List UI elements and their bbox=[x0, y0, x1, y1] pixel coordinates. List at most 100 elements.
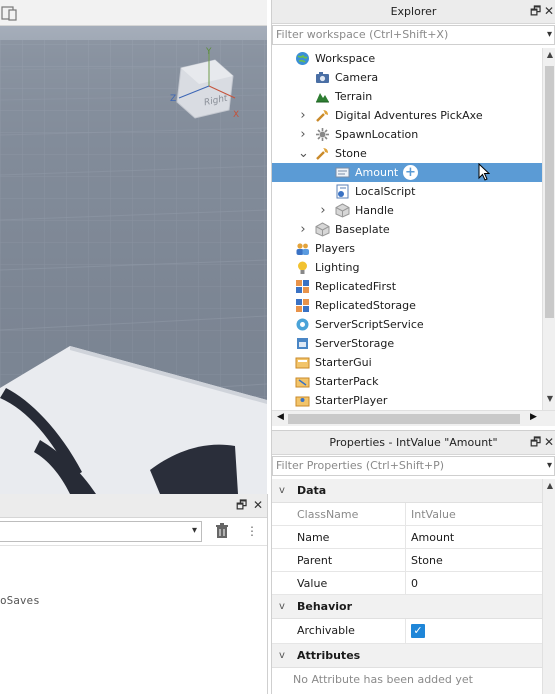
explorer-panel: Explorer 🗗 ✕ Filter workspace (Ctrl+Shif… bbox=[271, 0, 555, 430]
expand-arrow-icon[interactable]: › bbox=[298, 220, 308, 239]
close-icon[interactable]: ✕ bbox=[544, 435, 554, 449]
section-title: Behavior bbox=[297, 600, 353, 613]
float-window-icon[interactable]: 🗗 bbox=[530, 435, 541, 449]
starter-player-icon bbox=[295, 396, 310, 407]
chevron-down-icon[interactable]: v bbox=[279, 644, 285, 668]
explorer-tree: Workspace Camera Terrain › Digital Adventure… bbox=[272, 48, 542, 408]
server-script-service-icon bbox=[296, 318, 309, 331]
output-panel: 🗗 ✕ ▾ ⋮ oSaves bbox=[0, 494, 268, 694]
chevron-down-icon: ▾ bbox=[191, 525, 197, 536]
scroll-down-icon[interactable]: ▼ bbox=[543, 394, 555, 403]
scrollbar-thumb[interactable] bbox=[288, 414, 520, 424]
output-panel-header: 🗗 ✕ bbox=[0, 494, 267, 518]
explorer-item-serverstorage[interactable]: ServerStorage bbox=[272, 334, 542, 353]
gizmo-z-label: Z bbox=[170, 94, 177, 104]
explorer-item-handle[interactable]: › Handle bbox=[272, 201, 542, 220]
section-title: Data bbox=[297, 484, 327, 497]
explorer-item-stone[interactable]: ⌄ Stone bbox=[272, 144, 542, 163]
more-options-icon[interactable]: ⋮ bbox=[246, 523, 258, 539]
localscript-icon bbox=[336, 184, 349, 199]
chevron-down-icon[interactable]: v bbox=[279, 595, 285, 619]
explorer-item-replicatedstorage[interactable]: ReplicatedStorage bbox=[272, 296, 542, 315]
explorer-item-label: StarterPack bbox=[315, 375, 379, 388]
gizmo-x-label: X bbox=[233, 110, 240, 120]
scroll-right-icon[interactable]: ▶ bbox=[530, 412, 537, 422]
explorer-item-serverscriptservice[interactable]: ServerScriptService bbox=[272, 315, 542, 334]
explorer-item-workspace[interactable]: Workspace bbox=[272, 49, 542, 68]
property-row-parent[interactable]: Parent Stone bbox=[272, 549, 542, 572]
chevron-down-icon[interactable]: v bbox=[279, 479, 285, 503]
properties-filter-placeholder: Filter Properties (Ctrl+Shift+P) bbox=[276, 459, 445, 472]
explorer-item-amount[interactable]: Amount + bbox=[272, 163, 542, 182]
explorer-item-label: Workspace bbox=[315, 52, 376, 65]
explorer-item-label: Camera bbox=[335, 71, 379, 84]
explorer-item-spawnlocation[interactable]: › SpawnLocation bbox=[272, 125, 542, 144]
explorer-item-label: StarterGui bbox=[315, 356, 372, 369]
property-key: Parent bbox=[297, 554, 333, 567]
explorer-vertical-scrollbar[interactable]: ▲ ▼ bbox=[542, 48, 555, 410]
3d-viewport[interactable]: Y X Z Right bbox=[0, 0, 267, 494]
section-behavior[interactable]: v Behavior bbox=[272, 595, 542, 619]
property-value-input[interactable]: Stone bbox=[411, 549, 443, 572]
replicated-first-icon bbox=[296, 280, 309, 293]
archivable-checkbox[interactable]: ✓ bbox=[411, 624, 425, 638]
terrain-icon bbox=[316, 93, 329, 103]
scroll-left-icon[interactable]: ◀ bbox=[277, 412, 284, 422]
chevron-down-icon[interactable]: ▾ bbox=[547, 457, 552, 475]
explorer-horizontal-scrollbar[interactable]: ◀ ▶ bbox=[272, 410, 555, 426]
properties-filter-input[interactable]: Filter Properties (Ctrl+Shift+P) ▾ bbox=[272, 456, 555, 476]
expand-arrow-icon[interactable]: › bbox=[318, 201, 328, 220]
float-window-icon[interactable]: 🗗 bbox=[530, 4, 541, 18]
scroll-up-icon[interactable]: ▲ bbox=[543, 481, 555, 490]
section-data[interactable]: v Data bbox=[272, 479, 542, 503]
property-row-name[interactable]: Name Amount bbox=[272, 526, 542, 549]
expand-arrow-icon[interactable]: › bbox=[298, 125, 308, 144]
explorer-item-startergui[interactable]: StarterGui bbox=[272, 353, 542, 372]
close-icon[interactable]: ✕ bbox=[253, 498, 263, 512]
explorer-item-lighting[interactable]: Lighting bbox=[272, 258, 542, 277]
spawn-icon bbox=[316, 128, 329, 141]
explorer-item-starterpack[interactable]: StarterPack bbox=[272, 372, 542, 391]
section-attributes[interactable]: v Attributes bbox=[272, 644, 542, 668]
properties-title-bar: Properties - IntValue "Amount" 🗗 ✕ bbox=[272, 431, 555, 455]
scrollbar-thumb[interactable] bbox=[545, 66, 554, 318]
explorer-item-replicatedfirst[interactable]: ReplicatedFirst bbox=[272, 277, 542, 296]
property-value-input[interactable]: 0 bbox=[411, 572, 418, 595]
add-child-button[interactable]: + bbox=[403, 165, 418, 180]
lighting-icon bbox=[298, 261, 307, 274]
attributes-empty-text: No Attribute has been added yet bbox=[293, 673, 473, 686]
float-window-icon[interactable]: 🗗 bbox=[236, 498, 247, 512]
property-row-value[interactable]: Value 0 bbox=[272, 572, 542, 595]
collapse-arrow-icon[interactable]: ⌄ bbox=[298, 144, 309, 163]
explorer-item-localscript[interactable]: LocalScript bbox=[272, 182, 542, 201]
explorer-item-camera[interactable]: Camera bbox=[272, 68, 542, 87]
explorer-item-players[interactable]: Players bbox=[272, 239, 542, 258]
output-toolbar: ▾ ⋮ bbox=[0, 518, 267, 546]
explorer-item-digital-adventures-pickaxe[interactable]: › Digital Adventures PickAxe bbox=[272, 106, 542, 125]
explorer-title: Explorer bbox=[390, 5, 437, 18]
scroll-up-icon[interactable]: ▲ bbox=[543, 50, 555, 59]
mouse-cursor-icon bbox=[478, 163, 490, 181]
output-filter-select[interactable]: ▾ bbox=[0, 521, 202, 542]
properties-vertical-scrollbar[interactable]: ▲ bbox=[542, 479, 555, 694]
explorer-filter-input[interactable]: Filter workspace (Ctrl+Shift+X) ▾ bbox=[272, 25, 555, 45]
property-value-input[interactable]: Amount bbox=[411, 526, 454, 549]
trash-icon[interactable] bbox=[214, 523, 230, 539]
property-key: Archivable bbox=[297, 624, 355, 637]
device-emulator-icon[interactable] bbox=[0, 4, 20, 22]
expand-arrow-icon[interactable]: › bbox=[298, 106, 308, 125]
close-icon[interactable]: ✕ bbox=[544, 4, 554, 18]
explorer-item-label: Digital Adventures PickAxe bbox=[335, 109, 483, 122]
part-icon bbox=[335, 203, 350, 218]
property-row-classname: ClassName IntValue bbox=[272, 503, 542, 526]
explorer-item-label: Players bbox=[315, 242, 355, 255]
players-icon bbox=[296, 243, 309, 255]
properties-title: Properties - IntValue "Amount" bbox=[329, 436, 498, 449]
chevron-down-icon[interactable]: ▾ bbox=[547, 26, 552, 44]
explorer-item-label: Handle bbox=[355, 204, 394, 217]
property-row-archivable[interactable]: Archivable ✓ bbox=[272, 619, 542, 644]
explorer-item-baseplate[interactable]: › Baseplate bbox=[272, 220, 542, 239]
explorer-item-terrain[interactable]: Terrain bbox=[272, 87, 542, 106]
replicated-storage-icon bbox=[296, 299, 309, 312]
explorer-item-starterplayer[interactable]: StarterPlayer bbox=[272, 391, 542, 408]
